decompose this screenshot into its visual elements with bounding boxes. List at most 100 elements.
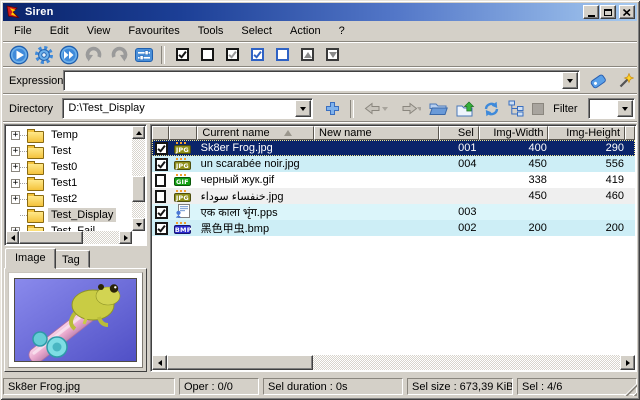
menu-item-view[interactable]: View [78, 23, 120, 40]
menu-item-select[interactable]: Select [232, 23, 281, 40]
scroll-thumb[interactable] [19, 231, 83, 244]
cell-checkbox[interactable] [152, 204, 169, 220]
expand-icon[interactable]: + [11, 146, 20, 156]
wizard-button[interactable] [615, 70, 637, 92]
scroll-left-button[interactable] [152, 355, 167, 370]
table-row[interactable]: GIF черный жук.gif 338 419 [152, 172, 635, 188]
scroll-thumb[interactable] [132, 176, 145, 202]
maximize-button[interactable] [600, 5, 616, 19]
redo-button[interactable] [107, 44, 130, 66]
expand-icon[interactable]: + [11, 178, 20, 188]
column-header-checkbox[interactable] [152, 126, 169, 140]
row-checkbox[interactable] [155, 205, 168, 219]
directory-tree-button[interactable] [505, 98, 527, 120]
status-selection-count: Sel : 4/6 [517, 378, 637, 395]
table-horizontal-scrollbar[interactable] [152, 355, 635, 370]
table-row[interactable]: एक काला भृंग.pps 003 [152, 204, 635, 220]
column-header-current-name[interactable]: Current name [197, 126, 315, 140]
scroll-right-button[interactable] [119, 231, 132, 244]
menu-item-file[interactable]: File [5, 23, 41, 40]
expand-icon[interactable]: + [11, 194, 20, 204]
tab-tag[interactable]: Tag [52, 250, 90, 268]
row-checkbox[interactable] [155, 157, 168, 171]
table-row[interactable]: BMP 黑色甲虫.bmp 002 200 200 [152, 220, 635, 236]
column-header-img-width[interactable]: Img-Width [478, 126, 549, 140]
tree-vertical-scrollbar[interactable] [132, 126, 145, 231]
close-button[interactable] [619, 5, 635, 19]
tree-item-test2[interactable]: + Test2 [7, 191, 80, 207]
settings-gear-button[interactable] [32, 44, 55, 66]
forward-button[interactable] [393, 98, 424, 120]
filter-dropdown-button[interactable] [617, 100, 633, 117]
move-up-button[interactable] [296, 44, 319, 66]
application-window: Siren File Edit View Favourites Tools Select A… [0, 0, 640, 400]
uncheck-selected-button[interactable] [271, 44, 294, 66]
column-header-new-name[interactable]: New name [314, 126, 440, 140]
menu-item-help[interactable]: ? [330, 23, 354, 40]
menu-item-favourites[interactable]: Favourites [119, 23, 188, 40]
refresh-button[interactable] [480, 98, 503, 120]
menu-item-tools[interactable]: Tools [189, 23, 233, 40]
presets-button[interactable] [132, 44, 155, 66]
expression-dropdown-button[interactable] [562, 72, 578, 89]
tree-item-test1[interactable]: + Test1 [7, 175, 80, 191]
check-selected-button[interactable] [246, 44, 269, 66]
tree-horizontal-scrollbar[interactable] [6, 231, 132, 244]
add-favourite-button[interactable] [321, 98, 344, 120]
check-all-button[interactable] [171, 44, 194, 66]
table-row[interactable]: JPG Sk8er Frog.jpg 001 400 290 [152, 140, 635, 156]
tree-item-test0[interactable]: + Test0 [7, 159, 80, 175]
scroll-left-button[interactable] [6, 231, 19, 244]
stop-button[interactable] [529, 98, 547, 120]
row-checkbox[interactable] [155, 141, 168, 155]
parent-directory-button[interactable] [453, 98, 478, 120]
expression-combobox[interactable] [63, 70, 580, 91]
tab-image[interactable]: Image [5, 248, 56, 269]
table-row[interactable]: JPG خنفساء سوداء.jpg 450 460 [152, 188, 635, 204]
quick-run-button[interactable] [57, 44, 80, 66]
open-directory-button[interactable] [426, 98, 451, 120]
tag-button[interactable] [586, 70, 611, 92]
cell-sel: 004 [458, 158, 477, 170]
row-checkbox[interactable] [155, 221, 168, 235]
back-button[interactable] [360, 98, 391, 120]
run-rename-button[interactable] [7, 44, 30, 66]
uncheck-all-button[interactable] [196, 44, 219, 66]
expand-icon[interactable]: + [11, 130, 20, 140]
filter-combobox[interactable] [587, 98, 635, 119]
cell-checkbox[interactable] [152, 172, 169, 188]
minimize-button[interactable] [583, 5, 599, 19]
tree-item-test[interactable]: + Test [7, 143, 74, 159]
scroll-thumb[interactable] [167, 355, 313, 370]
toggle-checks-button[interactable] [221, 44, 244, 66]
row-checkbox[interactable] [155, 173, 166, 187]
title-bar[interactable]: Siren [3, 3, 637, 21]
cell-filler [629, 172, 635, 188]
cell-checkbox[interactable] [152, 220, 169, 236]
expand-icon[interactable]: + [11, 162, 20, 172]
move-down-button[interactable] [321, 44, 344, 66]
cell-img-width: 450 [528, 190, 547, 202]
cell-checkbox[interactable] [152, 156, 169, 172]
table-row[interactable]: JPG un scarabée noir.jpg 004 450 556 [152, 156, 635, 172]
column-header-icon[interactable] [168, 126, 198, 140]
cell-checkbox[interactable] [152, 188, 169, 204]
file-list: Current name New name Sel Img-Width Img-Heig… [150, 124, 637, 372]
scroll-up-button[interactable] [132, 126, 145, 139]
menu-item-edit[interactable]: Edit [41, 23, 78, 40]
column-header-img-height[interactable]: Img-Height [548, 126, 625, 140]
menu-item-action[interactable]: Action [281, 23, 330, 40]
row-checkbox[interactable] [155, 189, 166, 203]
scroll-right-button[interactable] [620, 355, 635, 370]
status-sel-size: Sel size : 673,39 KiB [407, 378, 513, 395]
cell-checkbox[interactable] [152, 140, 169, 156]
column-header-sel[interactable]: Sel [439, 126, 479, 140]
undo-button[interactable] [82, 44, 105, 66]
scroll-down-button[interactable] [132, 218, 145, 231]
directory-dropdown-button[interactable] [295, 100, 312, 117]
directory-bar: Directory D:\Test_Display Filter [3, 96, 637, 121]
tree-item-temp[interactable]: + Temp [7, 127, 81, 143]
directory-combobox[interactable]: D:\Test_Display [62, 98, 314, 119]
tree-item-test-display[interactable]: Test_Display [7, 207, 117, 223]
cell-current-name: Sk8er Frog.jpg [200, 142, 273, 154]
